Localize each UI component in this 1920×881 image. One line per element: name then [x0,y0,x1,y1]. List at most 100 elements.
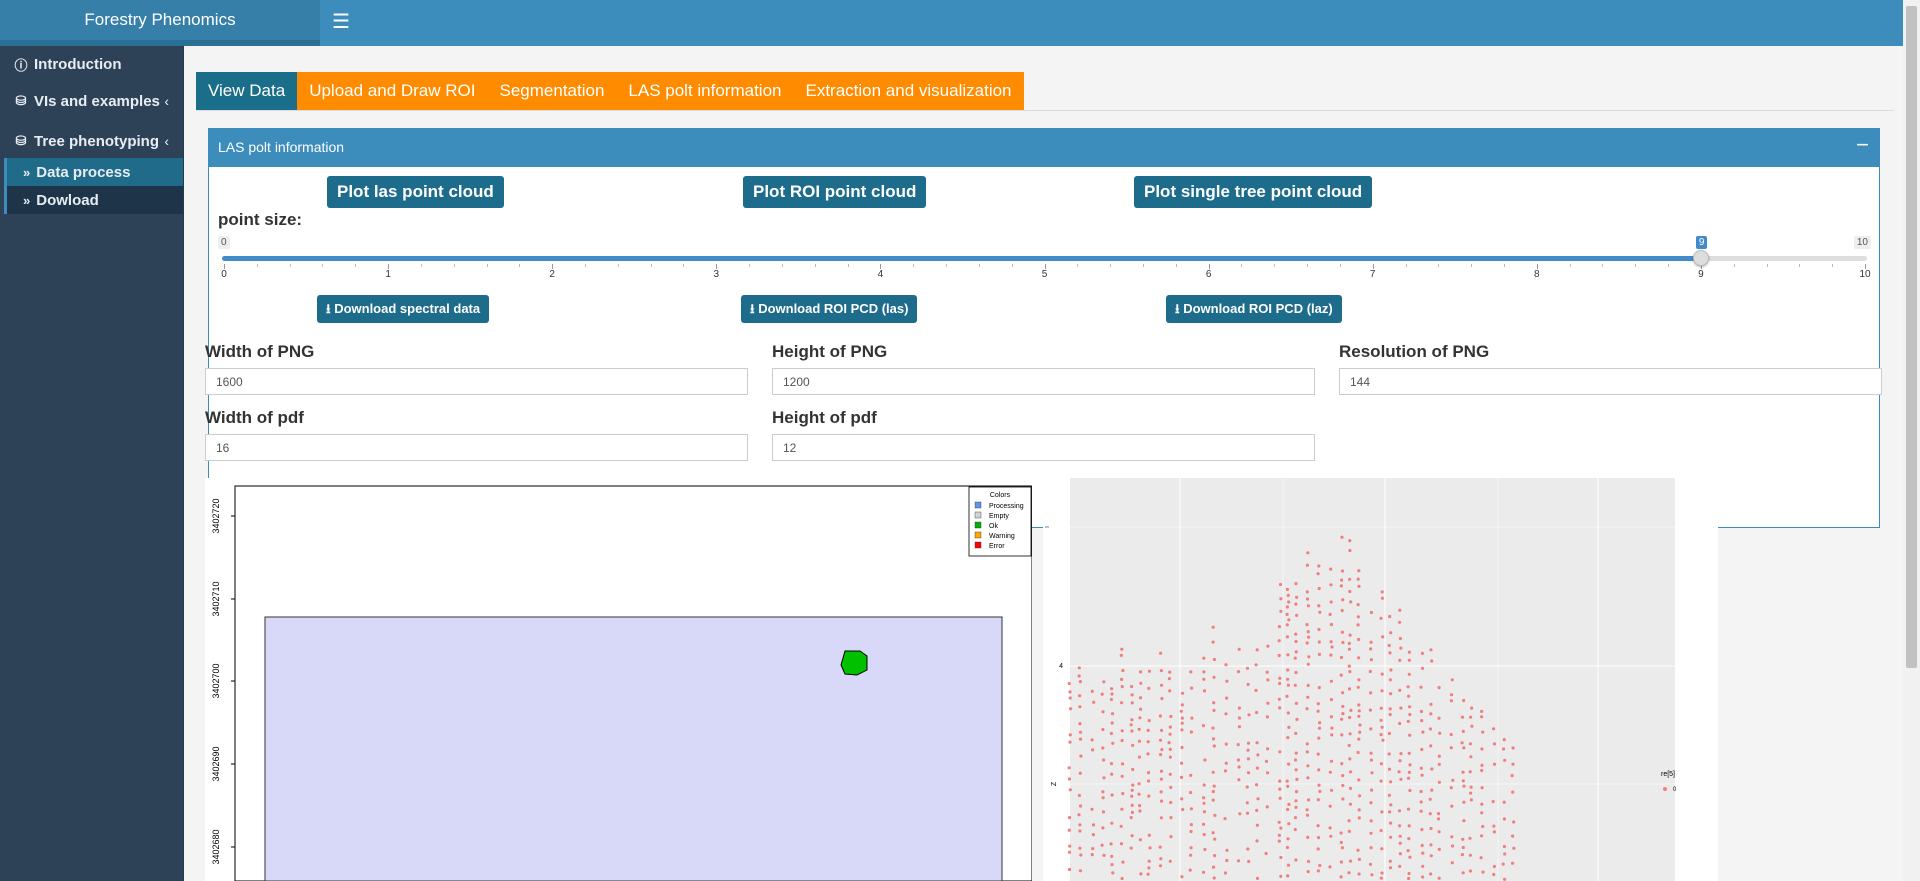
scatter-point [1379,779,1383,783]
pdf-height-input[interactable] [772,434,1315,461]
scatter-point [1348,802,1352,806]
scatter-point [1437,876,1441,880]
png-height-input[interactable] [772,368,1315,395]
scatter-point [1211,865,1216,869]
scatter-point [1357,709,1361,713]
tab-segmentation[interactable]: Segmentation [487,72,617,110]
tab-upload-and-draw-roi[interactable]: Upload and Draw ROI [297,72,488,110]
download-roi-las-button[interactable]: ⭳ Download ROI PCD (las) [741,295,918,323]
scatter-point [1294,799,1298,803]
scatter-point [1101,810,1106,814]
slider-tick [1668,264,1670,267]
scatter-point [1339,655,1344,660]
page-scrollbar[interactable] [1903,0,1920,881]
png-width-input[interactable] [205,368,748,395]
scatter-point [1316,824,1320,828]
top-navbar: ☰ [320,0,1920,46]
scatter-point [1201,870,1206,874]
plot-single-tree-button[interactable]: Plot single tree point cloud [1134,176,1373,208]
scatter-point [1318,863,1322,868]
scatter-point [1279,609,1283,613]
scatter-point [1092,700,1096,704]
scatter-point [1388,859,1392,863]
scatter-point [1398,864,1402,868]
scatter-point [1492,872,1496,877]
legend-label: Ok [989,523,998,530]
collapse-icon[interactable]: − [1856,132,1869,158]
scatter-point [1287,725,1291,729]
plot-las-button[interactable]: Plot las point cloud [327,176,504,208]
scatter-point [1407,871,1411,876]
scatter-point [1169,714,1173,719]
scatter-point [1317,686,1321,690]
tab-extraction-and-visualization[interactable]: Extraction and visualization [793,72,1024,110]
scatter-point [1419,800,1423,804]
plot-roi-button[interactable]: Plot ROI point cloud [743,176,927,208]
png-width-label: Width of PNG [205,342,315,361]
scatter-point [1109,762,1114,766]
scatter-point [1316,752,1320,756]
sidebar-item-tree-phenotyping[interactable]: ⛁ Tree phenotyping ‹ [0,124,183,158]
scatter-point [1468,770,1472,774]
point-size-slider[interactable]: 0 10 9 0 1 2 3 4 5 6 7 8 9 10 [218,236,1871,280]
scatter-point [1078,823,1082,827]
slider-tick [650,264,652,267]
sidebar-item-vis-and-examples[interactable]: ⛁ VIs and examples ‹ [0,84,183,118]
scatter-point [1167,677,1171,681]
tab-view-data[interactable]: View Data [196,72,298,110]
scatter-point [1286,593,1290,597]
scatter-point [1492,762,1497,766]
scatter-point [1160,728,1164,732]
pdf-width-input[interactable] [205,434,748,461]
chevron-left-icon: ‹ [164,133,169,149]
scatter-point [1236,743,1240,747]
scatter-point [1461,845,1465,850]
scatter-point [1212,701,1216,705]
scatter-point [1180,716,1184,720]
tab-las-polt-information[interactable]: LAS polt information [616,72,794,110]
scatter-point [1330,726,1334,730]
sidebar-item-introduction[interactable]: ⓘ Introduction [0,50,183,78]
y-ticks: 3402720 3402710 3402700 3402690 3402680 [211,498,235,865]
scatter-point [1450,804,1454,808]
scatter-point [1168,725,1172,729]
scatter-point [1202,801,1206,805]
scatter-point [1223,871,1228,875]
scatter-point [1398,721,1402,726]
scatter-point [1277,697,1281,701]
slider-tick [1602,264,1604,267]
scatter-point [1067,681,1071,686]
scatter-point [1256,797,1260,801]
sidebar-subitem-data-process[interactable]: » Data process [4,158,183,186]
scatter-point [1102,776,1106,780]
scatter-point [1461,871,1465,875]
hamburger-icon[interactable]: ☰ [332,10,350,34]
slider-handle[interactable] [1692,250,1709,266]
scatter-point [1120,701,1124,705]
download-roi-laz-button[interactable]: ⭳ Download ROI PCD (laz) [1166,295,1342,323]
scatter-point [1348,577,1352,581]
scatter-point [1398,852,1402,856]
scatter-point [1347,647,1351,651]
scatter-point [1348,715,1352,720]
slider-tick [355,264,357,267]
scatter-point [1120,807,1124,811]
slider-tick [1307,264,1309,267]
scatter-point [1294,858,1298,862]
scatter-point [1329,583,1333,587]
scatter-point [1479,856,1483,860]
scatter-point [1469,798,1473,802]
scatter-point [1120,774,1124,778]
png-resolution-input[interactable] [1339,368,1882,395]
sidebar-subitem-dowload[interactable]: » Dowload [4,186,183,214]
scatter-point [1306,630,1310,634]
scatter-point [1380,596,1384,600]
download-spectral-button[interactable]: ⭳ Download spectral data [317,295,490,323]
scatter-point [1286,837,1290,841]
scatter-point [1147,719,1151,723]
scrollbar-thumb[interactable] [1906,6,1917,668]
scatter-point [1306,662,1310,666]
scatter-point [1180,703,1184,707]
scatter-point [1306,870,1310,874]
scatter-point [1067,828,1071,832]
